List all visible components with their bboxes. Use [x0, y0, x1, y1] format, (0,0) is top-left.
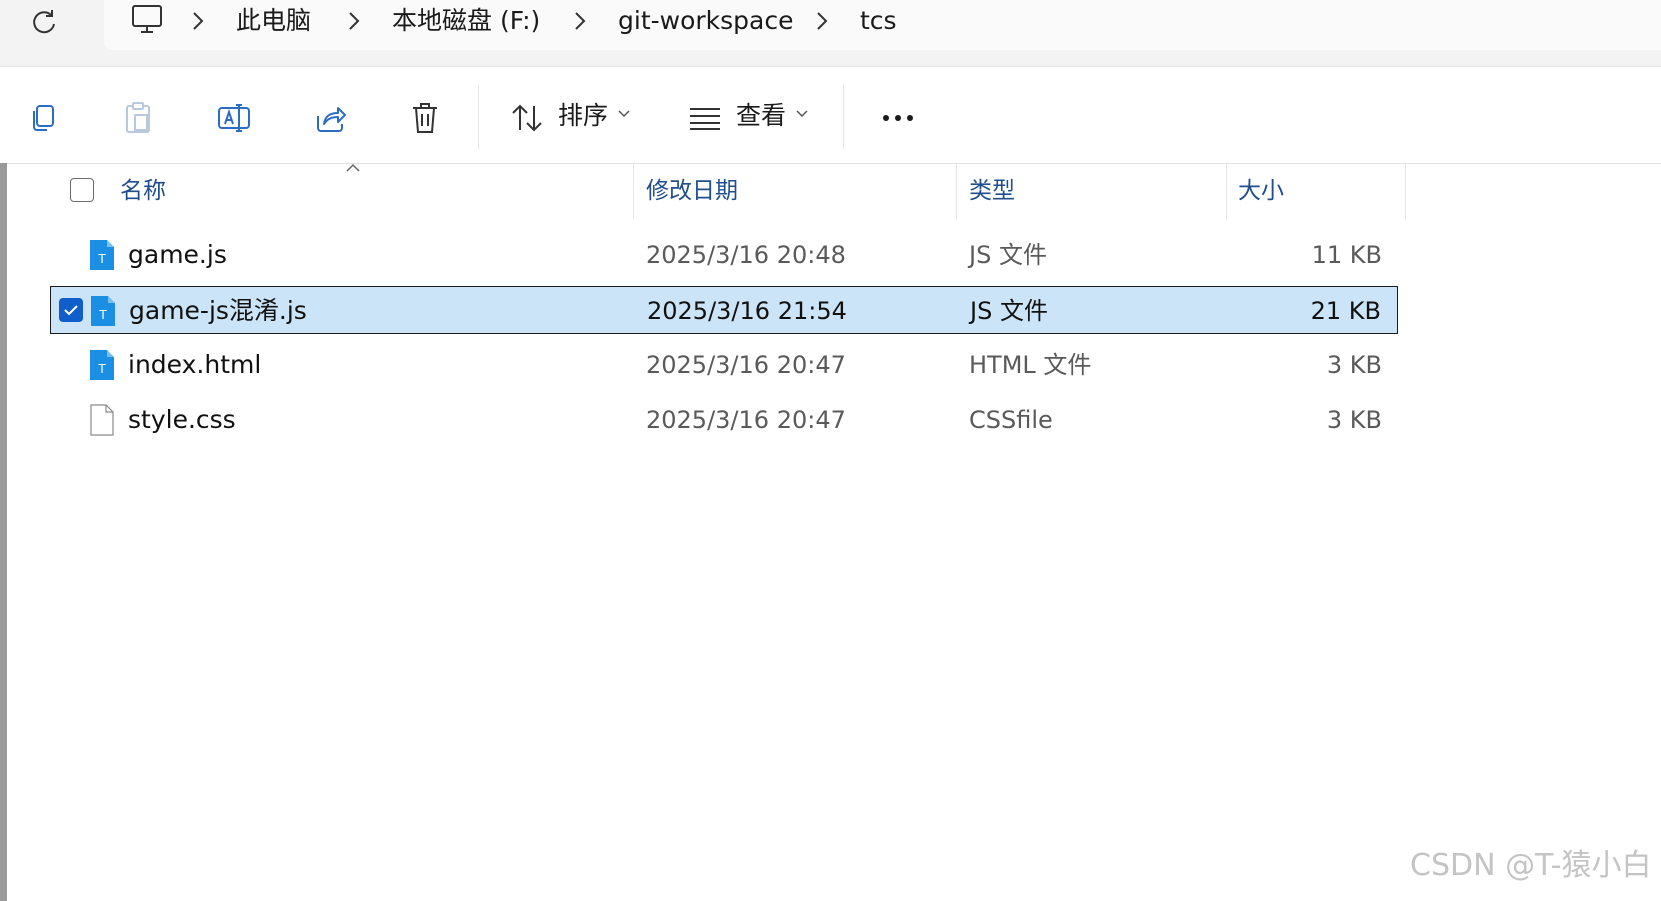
file-type: JS 文件 — [969, 241, 1047, 269]
checkmark-icon — [64, 305, 78, 316]
svg-text:T: T — [97, 362, 106, 376]
refresh-button[interactable] — [26, 4, 62, 40]
file-size: 3 KB — [1326, 351, 1382, 379]
address-bar-region: 此电脑 本地磁盘 (F:) git-workspace tcs — [0, 0, 1661, 67]
file-name[interactable]: style.css — [128, 403, 236, 437]
column-divider[interactable] — [1405, 163, 1406, 219]
file-type: JS 文件 — [970, 297, 1048, 325]
select-all-checkbox[interactable] — [70, 178, 94, 202]
delete-icon — [413, 103, 437, 133]
file-name[interactable]: game.js — [128, 238, 227, 272]
breadcrumb-item-git-workspace[interactable]: git-workspace — [618, 4, 793, 38]
delete-button[interactable] — [403, 96, 447, 140]
svg-text:T: T — [98, 308, 107, 322]
sort-label[interactable]: 排序 — [558, 99, 608, 133]
file-name[interactable]: game-js混淆.js — [129, 294, 307, 328]
sort-button[interactable] — [505, 96, 549, 140]
column-header-date[interactable]: 修改日期 — [646, 176, 738, 206]
js-file-icon: T — [90, 240, 114, 270]
view-button[interactable] — [683, 96, 727, 140]
chevron-right-icon[interactable] — [190, 10, 206, 32]
row-checkbox-checked[interactable] — [59, 298, 83, 322]
js-file-icon: T — [91, 296, 115, 326]
file-row[interactable]: T game.js 2025/3/16 20:48 JS 文件 11 KB — [50, 231, 1398, 279]
file-size: 11 KB — [1311, 241, 1382, 269]
file-modified-date: 2025/3/16 20:47 — [646, 351, 846, 379]
watermark-text: CSDN @T-猿小白 — [1410, 848, 1652, 883]
column-divider[interactable] — [956, 163, 957, 219]
file-type: HTML 文件 — [969, 351, 1092, 379]
column-divider[interactable] — [633, 163, 634, 219]
sort-icon — [512, 104, 542, 132]
paste-button[interactable] — [116, 96, 160, 140]
more-icon — [895, 115, 901, 121]
breadcrumb-item-tcs[interactable]: tcs — [860, 4, 897, 38]
column-header-size[interactable]: 大小 — [1238, 176, 1284, 206]
copy-button[interactable] — [20, 96, 64, 140]
column-header-name[interactable]: 名称 — [120, 176, 166, 206]
file-name[interactable]: index.html — [128, 348, 261, 382]
chevron-right-icon[interactable] — [814, 10, 830, 32]
file-type: CSSfile — [969, 406, 1053, 434]
refresh-icon — [33, 10, 55, 34]
view-label[interactable]: 查看 — [736, 99, 786, 133]
chevron-right-icon[interactable] — [572, 10, 588, 32]
column-header-type[interactable]: 类型 — [969, 176, 1015, 206]
paste-icon — [126, 102, 150, 133]
file-size: 21 KB — [1310, 297, 1381, 325]
file-modified-date: 2025/3/16 20:47 — [646, 406, 846, 434]
command-bar: 排序 查看 — [0, 67, 1661, 164]
file-size: 3 KB — [1326, 406, 1382, 434]
file-modified-date: 2025/3/16 21:54 — [647, 297, 847, 325]
file-modified-date: 2025/3/16 20:48 — [646, 241, 846, 269]
blank-file-icon — [90, 404, 114, 436]
more-icon — [907, 115, 913, 121]
column-divider[interactable] — [1226, 163, 1227, 219]
view-list-icon — [690, 108, 720, 130]
more-options-button[interactable] — [876, 96, 920, 140]
file-row[interactable]: style.css 2025/3/16 20:47 CSSfile 3 KB — [50, 396, 1398, 444]
toolbar-separator — [843, 85, 844, 149]
breadcrumb-item-this-pc[interactable]: 此电脑 — [236, 4, 311, 38]
svg-text:T: T — [97, 252, 106, 266]
share-button[interactable] — [308, 96, 352, 140]
sort-ascending-icon — [346, 163, 360, 172]
chevron-down-icon[interactable] — [618, 109, 630, 119]
rename-button[interactable] — [212, 96, 256, 140]
this-pc-icon[interactable] — [130, 4, 164, 36]
rename-icon — [218, 104, 250, 132]
html-file-icon: T — [90, 350, 114, 380]
file-row-selected[interactable]: T game-js混淆.js 2025/3/16 21:54 JS 文件 21 … — [50, 286, 1398, 334]
share-icon — [317, 107, 346, 132]
chevron-down-icon[interactable] — [796, 109, 808, 119]
chevron-right-icon[interactable] — [346, 10, 362, 32]
breadcrumb-item-drive-f[interactable]: 本地磁盘 (F:) — [392, 4, 540, 38]
file-row[interactable]: T index.html 2025/3/16 20:47 HTML 文件 3 K… — [50, 341, 1398, 389]
copy-icon — [33, 105, 54, 131]
breadcrumb[interactable]: 此电脑 本地磁盘 (F:) git-workspace tcs — [104, 0, 1661, 50]
more-icon — [883, 115, 889, 121]
column-header-row: 名称 修改日期 类型 大小 — [0, 163, 1661, 219]
toolbar-separator — [478, 85, 479, 149]
navigation-pane-edge — [0, 163, 7, 901]
